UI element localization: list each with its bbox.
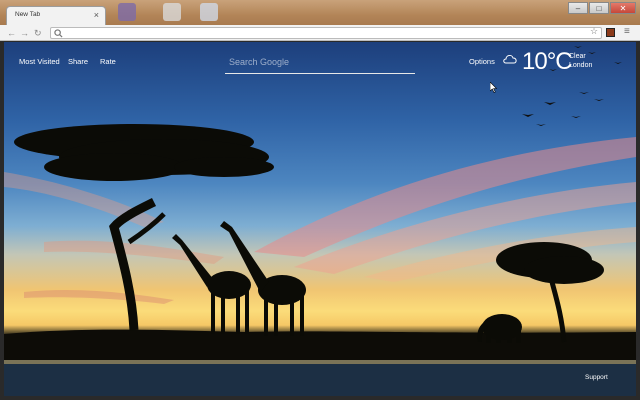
extension-icon[interactable]	[606, 28, 615, 37]
rate-link[interactable]: Rate	[100, 57, 116, 66]
close-window-button[interactable]: ✕	[610, 2, 636, 14]
tab-close-icon[interactable]: ×	[94, 10, 99, 20]
support-link[interactable]: Support	[585, 374, 608, 381]
taskbar-app-icon	[200, 3, 218, 21]
tab-new-tab[interactable]: New Tab ×	[6, 6, 106, 25]
taskbar-app-icon	[163, 3, 181, 21]
browser-toolbar: ← → ↻ ☆ ≡	[0, 25, 640, 41]
weather-temperature: 10°C	[522, 48, 573, 75]
new-tab-page: Most Visited Share Rate Options 10°C Cle…	[4, 42, 636, 396]
weather-details: Clear London	[569, 52, 592, 70]
search-icon	[54, 29, 63, 38]
weather-condition: Clear	[569, 53, 586, 60]
reload-icon[interactable]: ↻	[34, 27, 42, 39]
cloud-icon	[503, 55, 517, 64]
browser-titlebar: New Tab × – □ ✕	[0, 0, 640, 25]
tab-title: New Tab	[15, 11, 41, 18]
google-search-box[interactable]	[225, 52, 415, 74]
taskbar-app-icon	[118, 3, 136, 21]
mouse-cursor-icon	[490, 82, 498, 93]
address-bar[interactable]	[50, 27, 602, 39]
menu-icon[interactable]: ≡	[624, 26, 630, 38]
savanna-background	[4, 46, 636, 396]
maximize-button[interactable]: □	[589, 2, 609, 14]
search-input[interactable]	[225, 52, 415, 72]
options-link[interactable]: Options	[469, 57, 495, 66]
forward-icon[interactable]: →	[20, 27, 29, 39]
minimize-button[interactable]: –	[568, 2, 588, 14]
most-visited-link[interactable]: Most Visited	[19, 57, 60, 66]
back-icon[interactable]: ←	[7, 27, 16, 39]
window-controls: – □ ✕	[567, 2, 636, 14]
bookmark-star-icon[interactable]: ☆	[590, 26, 598, 37]
share-link[interactable]: Share	[68, 57, 88, 66]
weather-city: London	[569, 62, 593, 69]
